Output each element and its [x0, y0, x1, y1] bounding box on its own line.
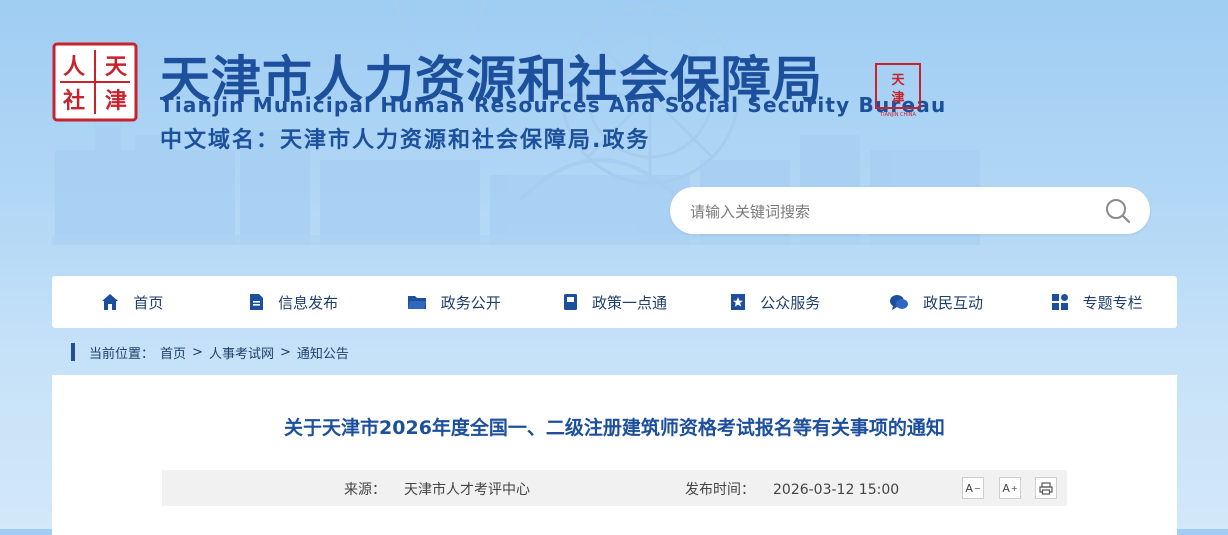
svg-text:人: 人: [63, 54, 85, 80]
svg-text:天: 天: [891, 73, 905, 88]
article-panel: 关于天津市2026年度全国一、二级注册建筑师资格考试报名等有关事项的通知 来源：…: [52, 375, 1177, 535]
search-bar: [670, 187, 1150, 236]
font-increase-button[interactable]: A +: [999, 477, 1021, 499]
breadcrumb-exam-link[interactable]: 人事考试网: [209, 343, 274, 362]
site-title-english: Tianjin Municipal Human Resources And So…: [160, 93, 947, 117]
svg-text:TIANJIN CHINA: TIANJIN CHINA: [879, 112, 916, 118]
printer-icon: [1039, 481, 1053, 495]
main-nav: 首页 信息发布 政务公开 政策一点通 公众服务 政民互动 专题专栏: [52, 276, 1177, 328]
minus-sign: −: [973, 483, 981, 493]
time-label: 发布时间：: [685, 482, 755, 498]
book-icon: [564, 294, 577, 310]
nav-label: 信息发布: [278, 293, 339, 312]
nav-label: 专题专栏: [1082, 293, 1143, 312]
svg-text:天: 天: [105, 54, 128, 80]
home-icon: [102, 294, 119, 310]
search-input[interactable]: [688, 187, 1092, 236]
star-badge-icon: [731, 294, 746, 310]
article-publish-time: 发布时间： 2026-03-12 15:00: [685, 479, 899, 499]
source-label: 来源：: [344, 482, 386, 498]
chinese-domain-name: 中文域名：天津市人力资源和社会保障局.政务: [160, 128, 651, 153]
search-icon: [1106, 199, 1131, 224]
breadcrumb-marker: [71, 343, 75, 361]
breadcrumb-home-link[interactable]: 首页: [160, 343, 186, 362]
nav-label: 政务公开: [440, 293, 501, 312]
nav-item-policy[interactable]: 政策一点通: [534, 276, 695, 328]
breadcrumb-separator: >: [279, 344, 291, 360]
article-title: 关于天津市2026年度全国一、二级注册建筑师资格考试报名等有关事项的通知: [284, 417, 945, 439]
font-size-letter: A: [1002, 481, 1010, 495]
folder-icon: [407, 296, 426, 309]
svg-text:社: 社: [63, 88, 85, 114]
nav-item-interaction[interactable]: 政民互动: [856, 276, 1017, 328]
font-decrease-button[interactable]: A −: [962, 477, 984, 499]
search-button[interactable]: [1104, 197, 1132, 225]
breadcrumb-prefix: 当前位置：: [89, 346, 155, 362]
time-value: 2026-03-12 15:00: [773, 482, 900, 498]
font-size-letter: A: [965, 481, 973, 495]
document-icon: [250, 294, 264, 310]
svg-text:津: 津: [891, 90, 904, 106]
nav-item-special-topics[interactable]: 专题专栏: [1016, 276, 1177, 328]
plus-sign: +: [1010, 483, 1018, 493]
nav-item-public-service[interactable]: 公众服务: [695, 276, 856, 328]
article-source: 来源： 天津市人才考评中心: [344, 479, 530, 499]
nav-item-gov-affairs[interactable]: 政务公开: [373, 276, 534, 328]
breadcrumb: 当前位置： 首页 > 人事考试网 > 通知公告: [71, 343, 349, 362]
print-button[interactable]: [1035, 477, 1057, 499]
nav-label: 政策一点通: [592, 293, 668, 312]
nav-item-home[interactable]: 首页: [52, 276, 213, 328]
breadcrumb-separator: >: [192, 344, 203, 360]
tianjin-seal-logo: 天 津 TIANJIN CHINA: [872, 62, 924, 120]
chat-icon: [889, 295, 908, 310]
nav-label: 公众服务: [760, 293, 821, 312]
nav-label: 政民互动: [922, 293, 983, 312]
svg-text:津: 津: [105, 88, 127, 114]
bureau-logo-seal: 人 天 社 津: [52, 42, 138, 122]
grid-icon: [1051, 294, 1068, 310]
breadcrumb-notice-link[interactable]: 通知公告: [297, 343, 349, 362]
nav-item-info-release[interactable]: 信息发布: [213, 276, 374, 328]
article-meta-bar: 来源： 天津市人才考评中心 发布时间： 2026-03-12 15:00 A − A +: [162, 470, 1067, 506]
source-value: 天津市人才考评中心: [404, 482, 530, 498]
nav-label: 首页: [133, 293, 164, 312]
